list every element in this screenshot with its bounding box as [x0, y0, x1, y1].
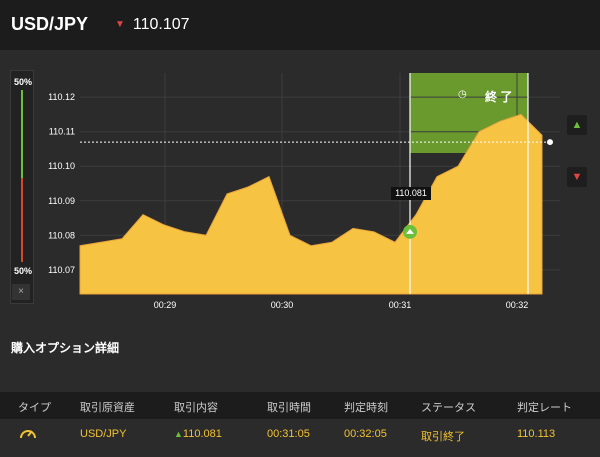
entry-rate-label: 110.081 [391, 187, 431, 200]
current-rate-dot [547, 139, 553, 146]
x-tick-label: 00:31 [389, 300, 412, 310]
high-button[interactable]: ▲ [567, 115, 587, 135]
cell-trade-time: 00:31:05 [267, 428, 310, 440]
x-tick-label: 00:30 [271, 300, 294, 310]
y-tick-label: 110.08 [48, 230, 75, 240]
clock-icon: ◷ [458, 89, 467, 100]
low-button[interactable]: ▼ [567, 167, 587, 187]
x-tick-label: 00:32 [506, 300, 529, 310]
end-label: 終 了 [485, 90, 513, 104]
cell-judge-time: 00:32:05 [344, 428, 387, 440]
cell-content: ▲110.081 [174, 428, 222, 440]
col-status: ステータス [421, 402, 476, 414]
col-rate: 判定レート [517, 402, 572, 414]
cell-content-value: 110.081 [182, 428, 222, 440]
x-tick-label: 00:29 [154, 300, 177, 310]
cell-status: 取引終了 [421, 431, 465, 443]
up-arrow-icon: ▲ [174, 429, 183, 439]
price-chart: 110.12 110.11 110.10 110.09 110.08 110.07 00:2… [48, 73, 560, 310]
y-tick-label: 110.11 [49, 127, 75, 137]
col-asset: 取引原資産 [80, 402, 135, 414]
col-content: 取引内容 [174, 402, 218, 414]
col-trade-time: 取引時間 [267, 402, 311, 414]
details-title: 購入オプション詳細 [11, 341, 120, 355]
y-tick-label: 110.07 [48, 265, 75, 275]
y-tick-label: 110.12 [48, 92, 75, 102]
cell-rate: 110.113 [517, 428, 556, 440]
y-tick-label: 110.09 [48, 196, 75, 206]
col-judge-time: 判定時刻 [344, 402, 388, 414]
cell-asset: USD/JPY [80, 428, 127, 440]
col-type: タイプ [18, 402, 51, 414]
y-tick-label: 110.10 [48, 161, 75, 171]
gauge-type-icon [19, 424, 37, 442]
